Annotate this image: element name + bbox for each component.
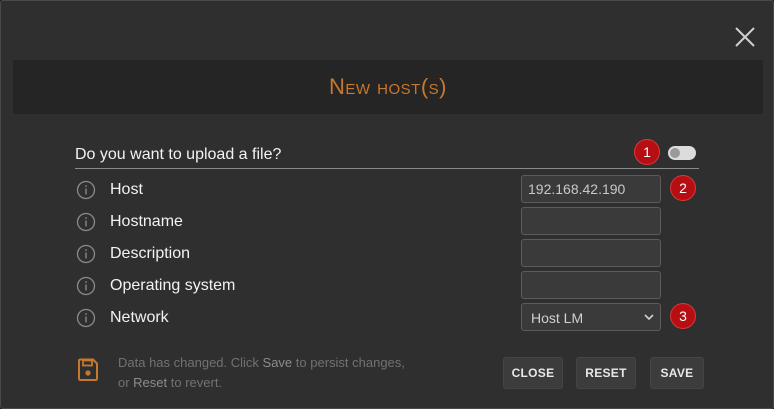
hostname-input[interactable] [521, 207, 661, 235]
hostname-label: Hostname [110, 213, 183, 230]
chevron-down-icon [644, 314, 654, 321]
info-icon [76, 212, 96, 232]
floppy-disk-icon [78, 358, 98, 381]
host-label: Host [110, 181, 143, 198]
field-row-operating-system: Operating system [75, 271, 665, 303]
field-row-network: Network Host LM [75, 303, 665, 335]
network-select[interactable]: Host LM [521, 303, 661, 331]
dialog-title: New host(s) [329, 74, 447, 99]
field-row-description: Description [75, 239, 665, 271]
info-icon [76, 308, 96, 328]
info-icon [76, 180, 96, 200]
new-host-dialog: New host(s) Do you want to upload a file… [0, 0, 774, 409]
step-badge-2: 2 [670, 175, 696, 201]
message-text: Data has changed. Click [118, 355, 263, 370]
message-keyword-save: Save [262, 355, 293, 370]
field-row-hostname: Hostname [75, 207, 665, 239]
operating-system-input[interactable] [521, 271, 661, 299]
upload-file-toggle[interactable] [668, 146, 696, 160]
save-button[interactable]: SAVE [650, 357, 704, 389]
upload-file-row: Do you want to upload a file? [75, 138, 699, 169]
close-icon[interactable] [733, 25, 757, 49]
message-keyword-reset: Reset [133, 375, 168, 390]
step-badge-1: 1 [634, 139, 660, 165]
info-icon [76, 276, 96, 296]
network-label: Network [110, 309, 169, 326]
dialog-header: New host(s) [13, 60, 763, 114]
network-select-value: Host LM [531, 310, 584, 326]
field-row-host: Host [75, 175, 665, 207]
close-button[interactable]: CLOSE [503, 357, 563, 389]
step-badge-3: 3 [670, 303, 696, 329]
host-input[interactable] [521, 175, 661, 203]
description-input[interactable] [521, 239, 661, 267]
message-text: to revert. [167, 375, 223, 390]
info-icon [76, 244, 96, 264]
operating-system-label: Operating system [110, 277, 236, 294]
toggle-knob [670, 148, 680, 158]
unsaved-changes-message: Data has changed. Click Save to persist … [118, 353, 408, 393]
reset-button[interactable]: RESET [576, 357, 636, 389]
description-label: Description [110, 245, 191, 262]
upload-question: Do you want to upload a file? [75, 146, 282, 163]
